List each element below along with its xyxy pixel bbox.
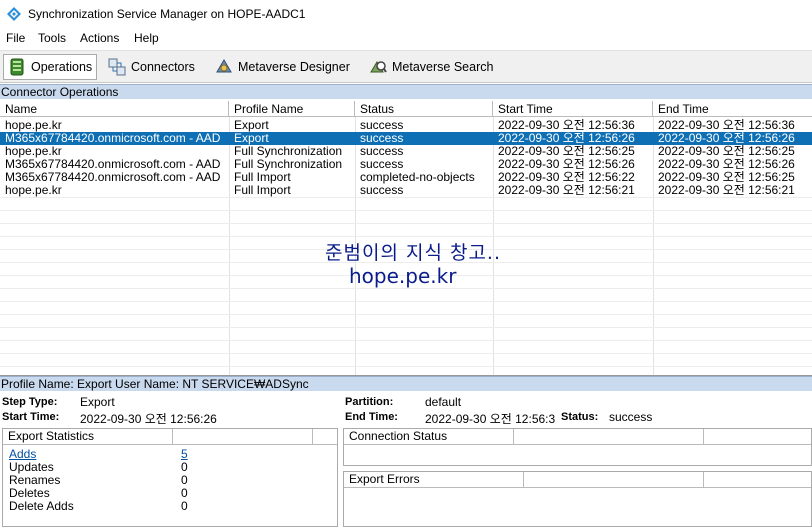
export-errors-panel[interactable]: Export Errors: [343, 471, 812, 527]
profile-details-header: Profile Name: Export User Name: NT SERVI…: [0, 376, 812, 391]
status-value: success: [609, 410, 653, 424]
cell-status: completed-no-objects: [360, 171, 475, 184]
cell-name: M365x67784420.onmicrosoft.com - AAD: [5, 132, 221, 145]
export-errors-header[interactable]: Export Errors: [344, 472, 524, 487]
table-row[interactable]: hope.pe.kr Full Import success 2022-09-3…: [0, 184, 812, 197]
watermark-line2: hope.pe.kr: [349, 264, 457, 288]
export-errors-col2[interactable]: [524, 472, 704, 487]
connection-status-col3[interactable]: [704, 429, 812, 444]
cell-start: 2022-09-30 오전 12:56:21: [498, 184, 635, 197]
connectors-button[interactable]: Connectors: [104, 54, 199, 80]
cell-profile: Export: [234, 132, 269, 145]
cell-name: M365x67784420.onmicrosoft.com - AAD: [5, 171, 221, 184]
metaverse-search-icon: [370, 61, 387, 73]
table-row[interactable]: hope.pe.kr Export success 2022-09-30 오전 …: [0, 119, 812, 132]
col-profile-name[interactable]: Profile Name: [229, 101, 355, 117]
menu-actions[interactable]: Actions: [80, 31, 119, 45]
cell-name: hope.pe.kr: [5, 119, 62, 132]
export-statistics-header[interactable]: Export Statistics: [3, 429, 173, 444]
metaverse-designer-label: Metaverse Designer: [238, 60, 350, 74]
table-row[interactable]: M365x67784420.onmicrosoft.com - AAD Full…: [0, 158, 812, 171]
cell-start: 2022-09-30 오전 12:56:26: [498, 158, 635, 171]
step-type-label: Step Type:: [2, 396, 58, 408]
metaverse-designer-icon: [216, 59, 232, 73]
partition-label: Partition:: [345, 396, 394, 408]
connectors-label: Connectors: [131, 60, 195, 74]
metaverse-designer-button[interactable]: Metaverse Designer: [211, 54, 354, 80]
start-time-label: Start Time:: [2, 411, 60, 423]
cell-end: 2022-09-30 오전 12:56:21: [658, 184, 795, 197]
cell-status: success: [360, 158, 404, 171]
cell-profile: Full Import: [234, 184, 291, 197]
menu-bar: File Tools Actions Help: [0, 30, 812, 49]
cell-start: 2022-09-30 오전 12:56:25: [498, 145, 635, 158]
title-bar: Synchronization Service Manager on HOPE-…: [0, 0, 812, 30]
partition-value: default: [425, 395, 462, 409]
cell-profile: Full Import: [234, 171, 291, 184]
cell-profile: Full Synchronization: [234, 145, 343, 158]
connection-status-panel[interactable]: Connection Status: [343, 428, 812, 466]
cell-start: 2022-09-30 오전 12:56:36: [498, 119, 635, 132]
menu-help[interactable]: Help: [134, 31, 159, 45]
col-end-time[interactable]: End Time: [653, 101, 812, 117]
cell-profile: Full Synchronization: [234, 158, 343, 171]
step-type-value: Export: [80, 395, 115, 409]
export-errors-col3[interactable]: [704, 472, 812, 487]
operations-button[interactable]: Operations: [3, 54, 98, 80]
metaverse-search-label: Metaverse Search: [392, 60, 494, 74]
end-time-value: 2022-09-30 오전 12:56:3: [425, 412, 556, 426]
operations-icon: [10, 58, 24, 76]
sync-app-icon: [7, 7, 21, 21]
export-statistics-value-col[interactable]: [173, 429, 313, 444]
stat-row-renames: Renames 0: [3, 474, 337, 487]
cell-end: 2022-09-30 오전 12:56:25: [658, 171, 795, 184]
stat-row-delete-adds: Delete Adds 0: [3, 500, 337, 513]
cell-start: 2022-09-30 오전 12:56:26: [498, 132, 635, 145]
grid-header: Name Profile Name Status Start Time End …: [0, 101, 812, 117]
menu-file[interactable]: File: [6, 31, 25, 45]
toolbar: Operations Connectors Metaverse Designer…: [0, 50, 812, 83]
col-name[interactable]: Name: [0, 101, 229, 117]
operations-grid[interactable]: Name Profile Name Status Start Time End …: [0, 101, 812, 376]
window-title: Synchronization Service Manager on HOPE-…: [28, 7, 306, 21]
cell-status: success: [360, 184, 404, 197]
col-start-time[interactable]: Start Time: [493, 101, 653, 117]
status-label: Status:: [561, 411, 599, 423]
metaverse-search-button[interactable]: Metaverse Search: [365, 54, 497, 80]
cell-name: M365x67784420.onmicrosoft.com - AAD: [5, 158, 221, 171]
table-row[interactable]: hope.pe.kr Full Synchronization success …: [0, 145, 812, 158]
cell-name: hope.pe.kr: [5, 184, 62, 197]
cell-profile: Export: [234, 119, 269, 132]
table-row[interactable]: M365x67784420.onmicrosoft.com - AAD Full…: [0, 171, 812, 184]
connection-status-col2[interactable]: [514, 429, 704, 444]
menu-tools[interactable]: Tools: [38, 31, 66, 45]
operations-label: Operations: [31, 60, 93, 74]
export-statistics-panel[interactable]: Export Statistics Adds 5 Updates 0 Renam…: [2, 428, 338, 527]
connection-status-header[interactable]: Connection Status: [344, 429, 514, 444]
cell-end: 2022-09-30 오전 12:56:36: [658, 119, 795, 132]
cell-name: hope.pe.kr: [5, 145, 62, 158]
cell-status: success: [360, 145, 404, 158]
cell-end: 2022-09-30 오전 12:56:25: [658, 145, 795, 158]
table-row-selected[interactable]: M365x67784420.onmicrosoft.com - AAD Expo…: [0, 132, 812, 145]
connector-operations-header: Connector Operations: [0, 84, 812, 99]
end-time-label: End Time:: [345, 411, 398, 423]
connectors-icon: [108, 58, 126, 76]
start-time-value: 2022-09-30 오전 12:56:26: [80, 412, 217, 426]
stat-value: 0: [181, 499, 188, 513]
cell-end: 2022-09-30 오전 12:56:26: [658, 158, 795, 171]
cell-start: 2022-09-30 오전 12:56:22: [498, 171, 635, 184]
cell-status: success: [360, 119, 404, 132]
cell-end: 2022-09-30 오전 12:56:26: [658, 132, 795, 145]
col-status[interactable]: Status: [355, 101, 493, 117]
stat-label: Delete Adds: [9, 499, 74, 513]
watermark-line1: 준범이의 지식 창고..: [325, 242, 501, 264]
cell-status: success: [360, 132, 404, 145]
